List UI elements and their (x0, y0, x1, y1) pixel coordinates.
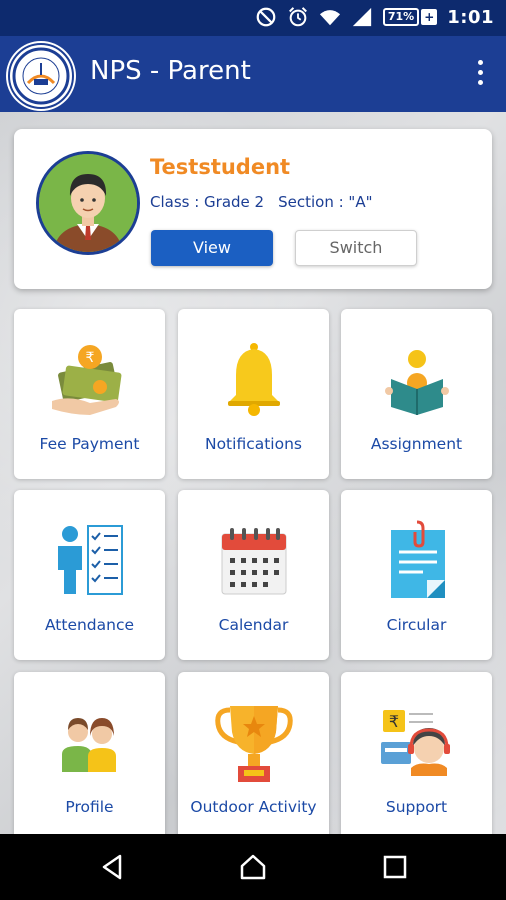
student-avatar-icon (39, 154, 137, 252)
attendance-checklist-icon (57, 525, 123, 595)
tile-circular[interactable]: Circular (341, 490, 492, 660)
battery-charging-indicator: + (421, 9, 438, 25)
app-bar: NPS - Parent (0, 36, 506, 112)
bell-icon (227, 343, 280, 416)
recents-square-icon[interactable] (380, 852, 410, 882)
school-logo (8, 43, 74, 109)
student-name: Teststudent (150, 155, 291, 179)
student-card: Teststudent Class : Grade 2 Section : "A… (14, 129, 492, 289)
reading-student-icon (384, 350, 449, 415)
signal-icon (352, 7, 372, 27)
wifi-icon (319, 10, 340, 26)
tile-label: Support (385, 798, 448, 816)
svg-text:₹: ₹ (85, 350, 94, 366)
student-section: Section : "A" (278, 193, 373, 211)
tile-profile[interactable]: Profile (14, 672, 165, 834)
student-class-section: Class : Grade 2 Section : "A" (150, 193, 373, 211)
more-vert-icon[interactable] (474, 60, 486, 88)
tile-label: Profile (65, 798, 114, 816)
tile-label: Attendance (44, 616, 135, 634)
back-triangle-icon[interactable] (98, 852, 128, 882)
do-not-disturb-icon (256, 7, 276, 27)
student-class: Class : Grade 2 (150, 193, 265, 211)
profile-people-icon (61, 718, 116, 772)
switch-button[interactable]: Switch (295, 230, 417, 266)
fee-payment-icon: ₹ (51, 345, 121, 415)
system-nav-bar (0, 834, 506, 900)
tile-label: Calendar (218, 616, 289, 634)
tile-label: Fee Payment (39, 435, 140, 453)
tile-calendar[interactable]: Calendar (178, 490, 329, 660)
main-content: Teststudent Class : Grade 2 Section : "A… (0, 112, 506, 834)
tile-assignment[interactable]: Assignment (341, 309, 492, 479)
tile-support[interactable]: ₹ Support (341, 672, 492, 834)
tile-label: Outdoor Activity (190, 798, 317, 816)
status-time: 1:01 (447, 6, 494, 28)
tile-label: Circular (386, 616, 447, 634)
student-avatar (36, 151, 140, 255)
tile-notifications[interactable]: Notifications (178, 309, 329, 479)
tile-outdoor-activity[interactable]: Outdoor Activity (178, 672, 329, 834)
tile-fee-payment[interactable]: ₹ Fee Payment (14, 309, 165, 479)
battery-icon: 71% + (382, 8, 438, 26)
calendar-icon (221, 528, 286, 595)
circular-document-icon (390, 520, 445, 598)
school-logo-icon (12, 47, 70, 105)
support-agent-icon: ₹ (380, 710, 450, 776)
app-title: NPS - Parent (90, 56, 251, 86)
tile-label: Assignment (370, 435, 463, 453)
view-button[interactable]: View (151, 230, 273, 266)
trophy-icon (214, 706, 293, 782)
home-icon[interactable] (238, 852, 268, 882)
status-bar: 71% + 1:01 (0, 0, 506, 36)
tile-label: Notifications (204, 435, 302, 453)
tile-attendance[interactable]: Attendance (14, 490, 165, 660)
svg-text:₹: ₹ (388, 712, 398, 731)
alarm-icon (288, 7, 307, 27)
battery-percent: 71% (382, 8, 420, 26)
